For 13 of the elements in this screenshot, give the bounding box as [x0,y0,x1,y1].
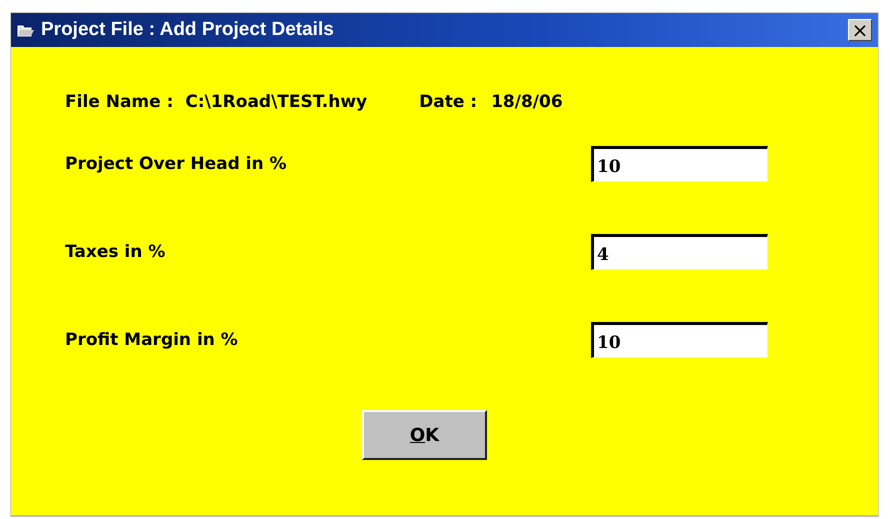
file-name-label: File Name : [65,92,174,112]
input-field[interactable]: 4 [591,234,768,270]
file-name-value: C:\1Road\TEST.hwy [185,92,368,112]
date-label: Date : [419,92,478,112]
input-field[interactable]: 10 [591,322,768,358]
window-title: Project File : Add Project Details [41,19,335,41]
field-label: Taxes in % [65,242,166,262]
ok-button[interactable]: OK [362,410,487,460]
field-label: Project Over Head in % [65,154,288,174]
input-field[interactable]: 10 [591,146,768,182]
close-button[interactable]: × [848,19,872,41]
field-label: Profit Margin in % [65,330,239,350]
date-value: 18/8/06 [491,92,563,112]
